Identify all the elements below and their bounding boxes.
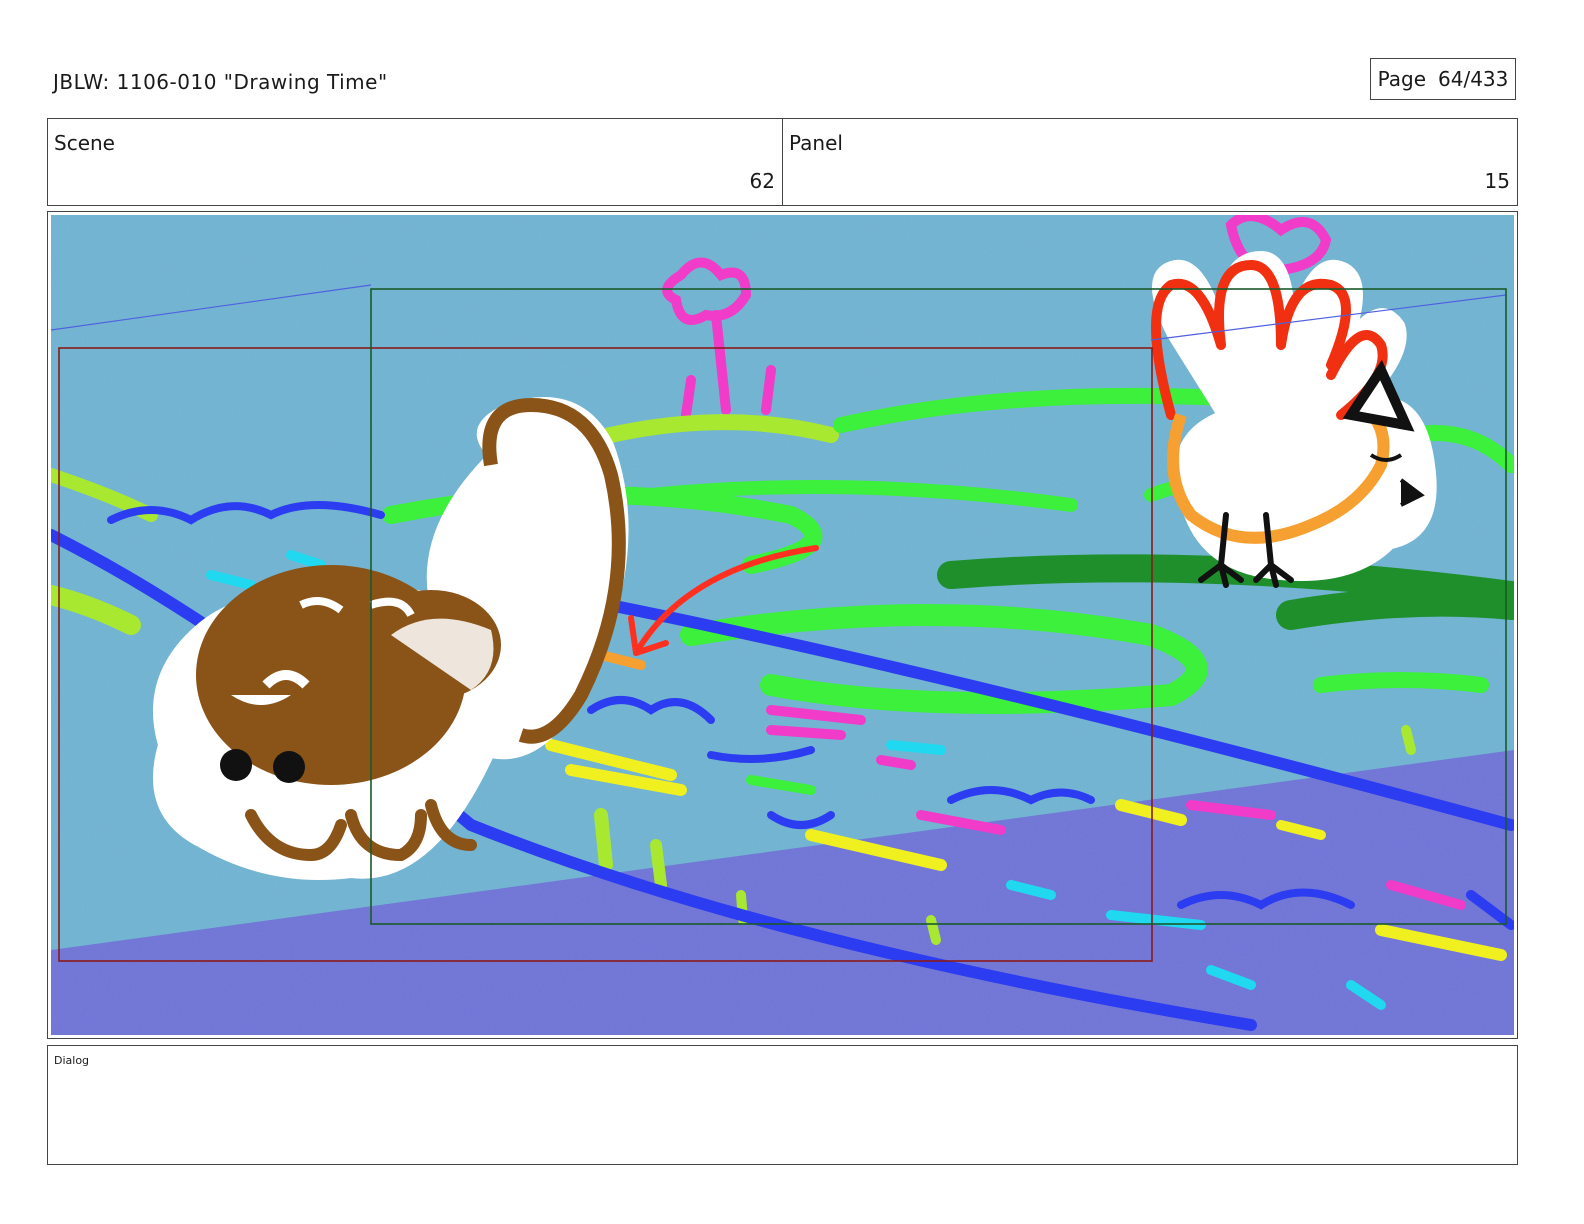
panel-number: 15 <box>1484 169 1510 193</box>
scene-label: Scene <box>54 131 115 155</box>
panel-cell: Panel 15 <box>782 119 1517 205</box>
dialog-label: Dialog <box>54 1054 90 1067</box>
page-number: 64/433 <box>1438 67 1509 91</box>
page-label: Page <box>1377 67 1427 91</box>
document-title: JBLW: 1106-010 "Drawing Time" <box>53 70 388 94</box>
header-table: Scene 62 Panel 15 <box>47 118 1518 206</box>
page-indicator: Page 64/433 <box>1370 58 1516 100</box>
creature-eye-left <box>220 749 252 781</box>
scene-number: 62 <box>749 169 775 193</box>
panel-artwork <box>51 215 1514 1035</box>
dialog-box: Dialog <box>47 1045 1518 1165</box>
panel-label: Panel <box>789 131 843 155</box>
scene-cell: Scene 62 <box>48 119 782 205</box>
creature-eye-right <box>273 751 305 783</box>
